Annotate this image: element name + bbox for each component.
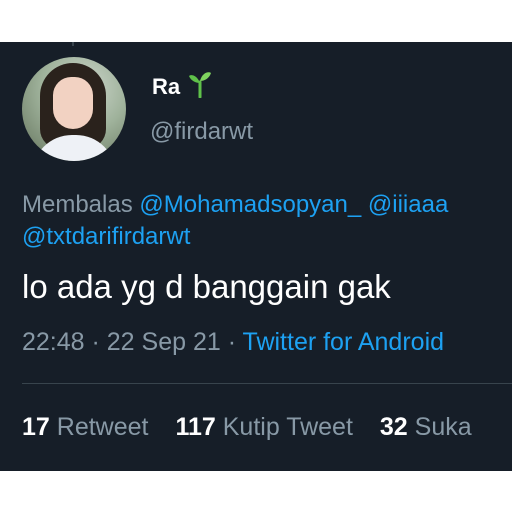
- thread-line: [72, 42, 74, 46]
- tweet-date[interactable]: 22 Sep 21: [107, 328, 221, 356]
- mention-link[interactable]: @txtdarifirdarwt: [22, 223, 190, 250]
- meta-separator: ·: [84, 328, 107, 356]
- user-name-row[interactable]: Ra: [152, 70, 212, 103]
- quote-stat[interactable]: 117 Kutip Tweet: [175, 413, 352, 441]
- reply-context: Membalas @Mohamadsopyan_ @iiiaaa @txtdar…: [22, 189, 512, 253]
- like-stat[interactable]: 32 Suka: [380, 413, 472, 441]
- user-handle[interactable]: @firdarwt: [150, 118, 253, 146]
- reply-prefix: Membalas: [22, 191, 133, 218]
- divider: [22, 383, 512, 384]
- tweet-source[interactable]: Twitter for Android: [243, 328, 444, 356]
- mention-link[interactable]: @iiiaaa: [368, 191, 448, 218]
- quote-label: Kutip Tweet: [222, 413, 353, 441]
- retweet-count: 17: [22, 413, 50, 441]
- avatar[interactable]: [22, 57, 126, 161]
- seedling-icon: [188, 70, 212, 103]
- like-count: 32: [379, 413, 408, 441]
- meta-separator: ·: [220, 328, 243, 356]
- retweet-label: Retweet: [56, 413, 149, 441]
- display-name[interactable]: Ra: [152, 74, 180, 100]
- tweet-text: lo ada yg d banggain gak: [22, 268, 391, 305]
- avatar-face: [53, 77, 93, 129]
- tweet-card: Ra @firdarwt Membalas @Mohamadsopyan_ @i…: [0, 42, 512, 471]
- like-label: Suka: [414, 413, 472, 441]
- tweet-stats: 17 Retweet 117 Kutip Tweet 32 Suka: [22, 413, 492, 442]
- quote-count: 117: [175, 413, 216, 441]
- retweet-stat[interactable]: 17 Retweet: [22, 413, 148, 441]
- mention-link[interactable]: @Mohamadsopyan_: [139, 191, 361, 218]
- tweet-time[interactable]: 22:48: [22, 328, 85, 356]
- tweet-meta: 22:48 · 22 Sep 21 · Twitter for Android: [22, 328, 444, 357]
